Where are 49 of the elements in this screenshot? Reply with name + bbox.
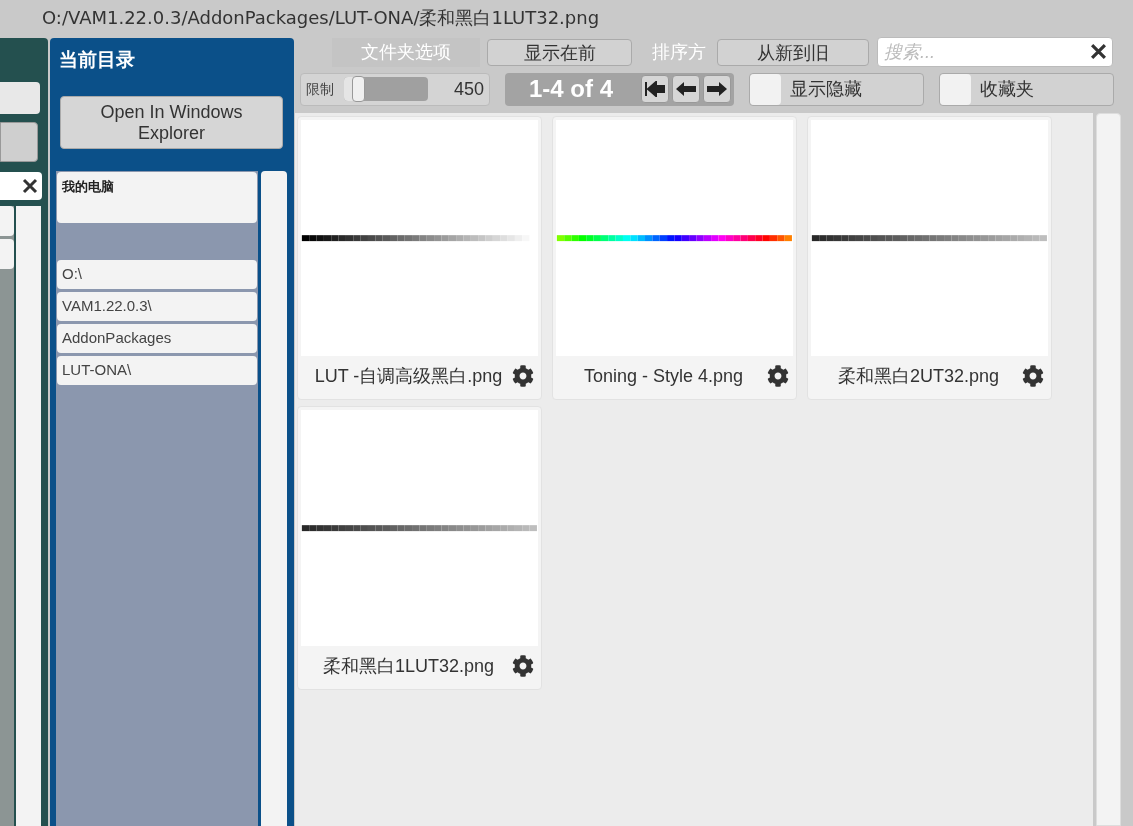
- gear-icon[interactable]: [1022, 365, 1044, 388]
- next-page-button[interactable]: [703, 75, 731, 103]
- panel-button[interactable]: [0, 122, 38, 162]
- panel-title: 当前目录: [59, 47, 135, 72]
- folder-options-label: 文件夹选项: [332, 37, 480, 67]
- toggle-button[interactable]: 收藏夹: [939, 72, 1114, 106]
- search-field[interactable]: 搜索...: [877, 37, 1113, 67]
- path-item[interactable]: AddonPackages: [57, 324, 257, 353]
- list-item[interactable]: 我的电脑: [57, 172, 257, 223]
- file-card[interactable]: LUT -自调高级黑白.png: [297, 116, 542, 400]
- show-first-button[interactable]: 显示在前: [487, 38, 632, 66]
- file-name: 柔和黑白1LUT32.png: [321, 654, 496, 678]
- scrollbar[interactable]: [1096, 113, 1121, 826]
- file-name: LUT -自调高级黑白.png: [313, 364, 504, 388]
- page-range: 1-4 of 4: [529, 74, 615, 104]
- checkbox[interactable]: [940, 73, 971, 105]
- slider-label: 限制: [306, 79, 335, 99]
- scrollbar[interactable]: [261, 171, 287, 826]
- file-card[interactable]: Toning - Style 4.png: [552, 116, 797, 400]
- close-icon[interactable]: [22, 178, 38, 194]
- file-card[interactable]: 柔和黑白1LUT32.png: [297, 406, 542, 690]
- sort-button[interactable]: 从新到旧: [717, 38, 869, 66]
- search-field[interactable]: [0, 172, 42, 200]
- file-card[interactable]: 柔和黑白2UT32.png: [807, 116, 1052, 400]
- toggle-label: 显示隐藏: [790, 77, 862, 101]
- previous-page-button[interactable]: [672, 75, 700, 103]
- toggle-label: 收藏夹: [980, 77, 1034, 101]
- close-icon[interactable]: [1090, 43, 1107, 60]
- toggle-button[interactable]: 显示隐藏: [749, 72, 924, 106]
- first-page-icon: [644, 81, 666, 97]
- slider-thumb[interactable]: [352, 76, 366, 102]
- limit-slider[interactable]: 限制 450: [300, 72, 490, 106]
- slider-value: 450: [452, 77, 484, 101]
- path-item[interactable]: LUT-ONA\: [57, 356, 257, 385]
- file-name: Toning - Style 4.png: [582, 364, 745, 388]
- gear-icon[interactable]: [767, 365, 789, 388]
- first-page-button[interactable]: [641, 75, 669, 103]
- window-title: O:/VAM1.22.0.3/AddonPackages/LUT-ONA/柔和黑白1LUT32.png: [42, 5, 600, 30]
- path-item[interactable]: VAM1.22.0.3\: [57, 292, 257, 321]
- open-explorer-button[interactable]: Open In Windows Explorer: [60, 96, 283, 149]
- path-item[interactable]: O:\: [57, 260, 257, 289]
- scrollbar[interactable]: [16, 206, 41, 826]
- gear-icon[interactable]: [512, 655, 534, 678]
- gear-icon[interactable]: [512, 365, 534, 388]
- slider-track[interactable]: [344, 77, 428, 101]
- arrow-left-icon: [675, 81, 697, 97]
- file-name: 柔和黑白2UT32.png: [836, 364, 1001, 388]
- checkbox[interactable]: [750, 73, 781, 105]
- arrow-right-icon: [706, 81, 728, 97]
